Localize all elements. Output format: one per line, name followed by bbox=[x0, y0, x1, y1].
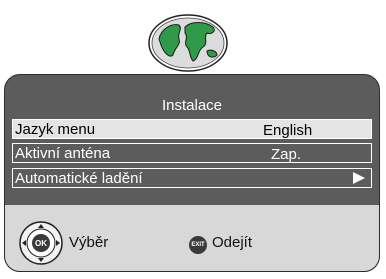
exit-icon[interactable]: EXIT bbox=[189, 236, 207, 254]
menu-item-value: Zap. bbox=[271, 146, 302, 163]
play-arrow-icon bbox=[353, 172, 365, 184]
menu-item-auto-tuning[interactable]: Automatické ladění bbox=[12, 168, 372, 188]
menu-item-value: English bbox=[263, 122, 313, 139]
globe-icon bbox=[148, 14, 228, 72]
menu-item-label: Aktivní anténa bbox=[15, 145, 111, 162]
menu-title: Instalace bbox=[161, 97, 223, 114]
exit-label: Odejít bbox=[212, 234, 253, 251]
ok-icon-text: OK bbox=[35, 239, 47, 248]
menu-item-label: Jazyk menu bbox=[15, 121, 96, 138]
menu-item-active-antenna[interactable]: Aktivní anténa Zap. bbox=[12, 143, 372, 163]
menu-item-language[interactable]: Jazyk menu English bbox=[12, 119, 372, 139]
select-label: Výběr bbox=[69, 234, 109, 251]
menu-item-label: Automatické ladění bbox=[15, 170, 143, 187]
ok-navigation-icon[interactable]: OK bbox=[18, 220, 64, 266]
